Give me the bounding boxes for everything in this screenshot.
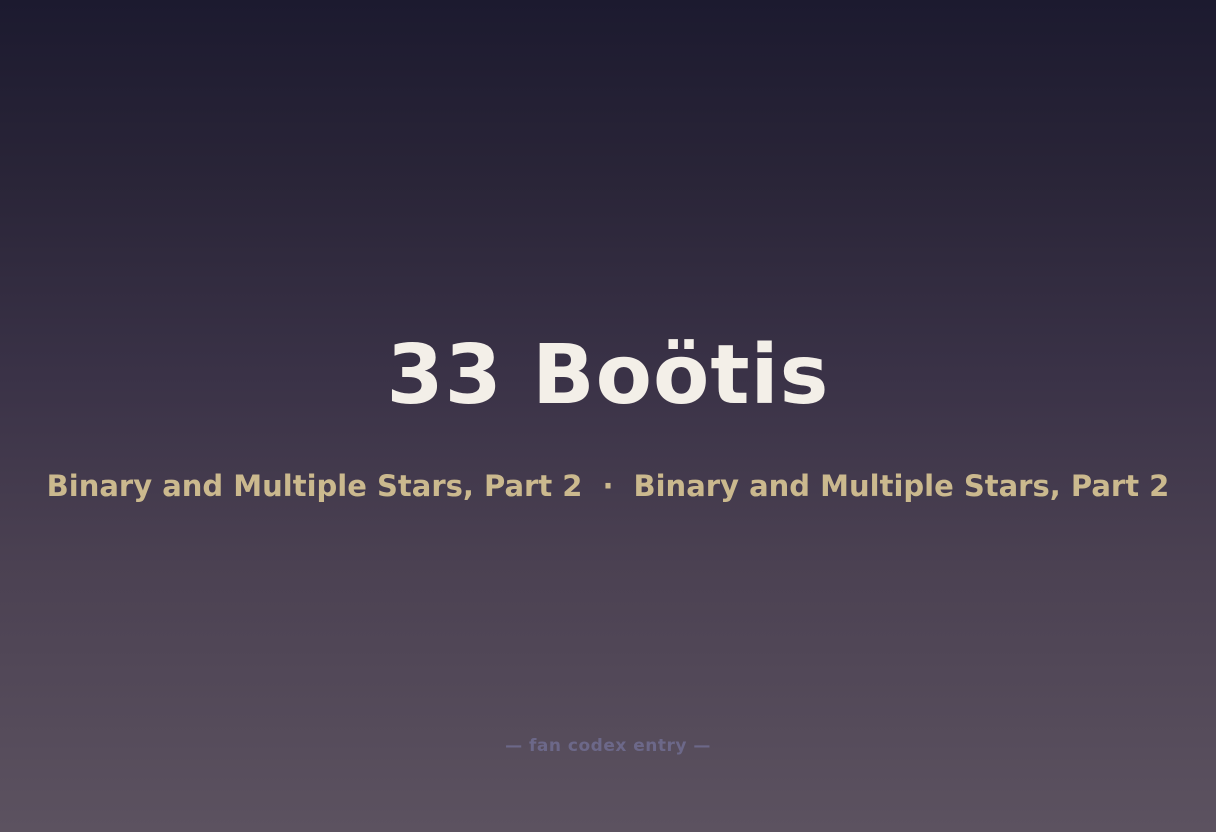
subtitle-left: Binary and Multiple Stars, Part 2 <box>46 469 583 503</box>
footer-caption: — fan codex entry — <box>505 736 711 756</box>
title-card: 33 Boötis Binary and Multiple Stars, Par… <box>0 0 1216 832</box>
page-title: 33 Boötis <box>386 328 830 423</box>
subtitle-separator: · <box>602 469 614 503</box>
subtitle: Binary and Multiple Stars, Part 2 · Binary… <box>0 466 1216 506</box>
subtitle-right: Binary and Multiple Stars, Part 2 <box>633 469 1170 503</box>
